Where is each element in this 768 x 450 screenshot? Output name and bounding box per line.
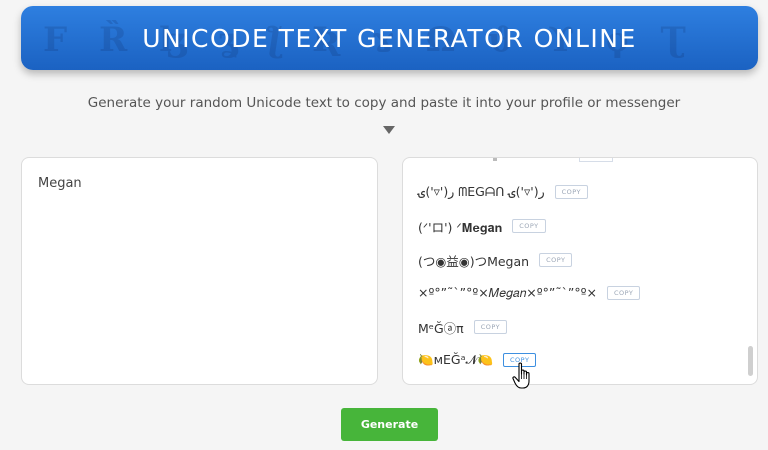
result-text: 🍋ᴍEĞᵃ𝓝🍋 (418, 352, 494, 367)
arrow-down-icon (383, 126, 395, 134)
result-text: MᵉĞⓐπ (418, 320, 464, 336)
input-textarea[interactable]: Megan (21, 157, 378, 385)
hand-pointer-icon (512, 362, 530, 389)
copy-button[interactable]: COPY (512, 219, 546, 233)
copy-button[interactable]: COPY (473, 320, 508, 334)
page-subtitle: Generate your random Unicode text to cop… (87, 95, 681, 111)
clipped-result-row (493, 158, 497, 161)
result-text: ر('▿')ۍ ᗰEGᗩᑎ ر('▿')ۍ (418, 184, 545, 199)
input-value: Megan (38, 176, 82, 191)
result-text: (つ◉益◉)つMegan (418, 253, 530, 269)
result-item: ×º°”˜`”°º×𝑀𝑒𝑔𝑎𝑛×º°”˜`”°º× COPY (418, 283, 641, 303)
result-item: (ᐟ'ロ') ᐟ𝐌𝐞𝐠𝐚𝐧 COPY (418, 216, 546, 236)
copy-button[interactable]: COPY (554, 185, 589, 199)
result-text: (ᐟ'ロ') ᐟ𝐌𝐞𝐠𝐚𝐧 (418, 219, 503, 235)
results-panel[interactable]: ر('▿')ۍ ᗰEGᗩᑎ ر('▿')ۍ COPY (ᐟ'ロ') ᐟ𝐌𝐞𝐠𝐚𝐧… (402, 157, 758, 385)
result-item: MᵉĞⓐπ COPY (418, 317, 508, 337)
copy-button[interactable]: COPY (539, 253, 573, 267)
copy-button[interactable]: COPY (606, 286, 641, 300)
header-banner: F Ȑ ɮ ʓ ƪ Ʀ ɤ Ω ϑ ϒ ϙ Ʈ UNICODE TEXT GEN… (21, 6, 758, 70)
clipped-copy-button (579, 158, 613, 162)
result-item: ر('▿')ۍ ᗰEGᗩᑎ ر('▿')ۍ COPY (418, 182, 589, 202)
results-scrollbar[interactable] (748, 346, 753, 376)
generate-button[interactable]: Generate (341, 408, 438, 441)
result-item: (つ◉益◉)つMegan COPY (418, 250, 573, 270)
page-title: UNICODE TEXT GENERATOR ONLINE (142, 24, 637, 53)
result-text: ×º°”˜`”°º×𝑀𝑒𝑔𝑎𝑛×º°”˜`”°º× (418, 285, 597, 300)
